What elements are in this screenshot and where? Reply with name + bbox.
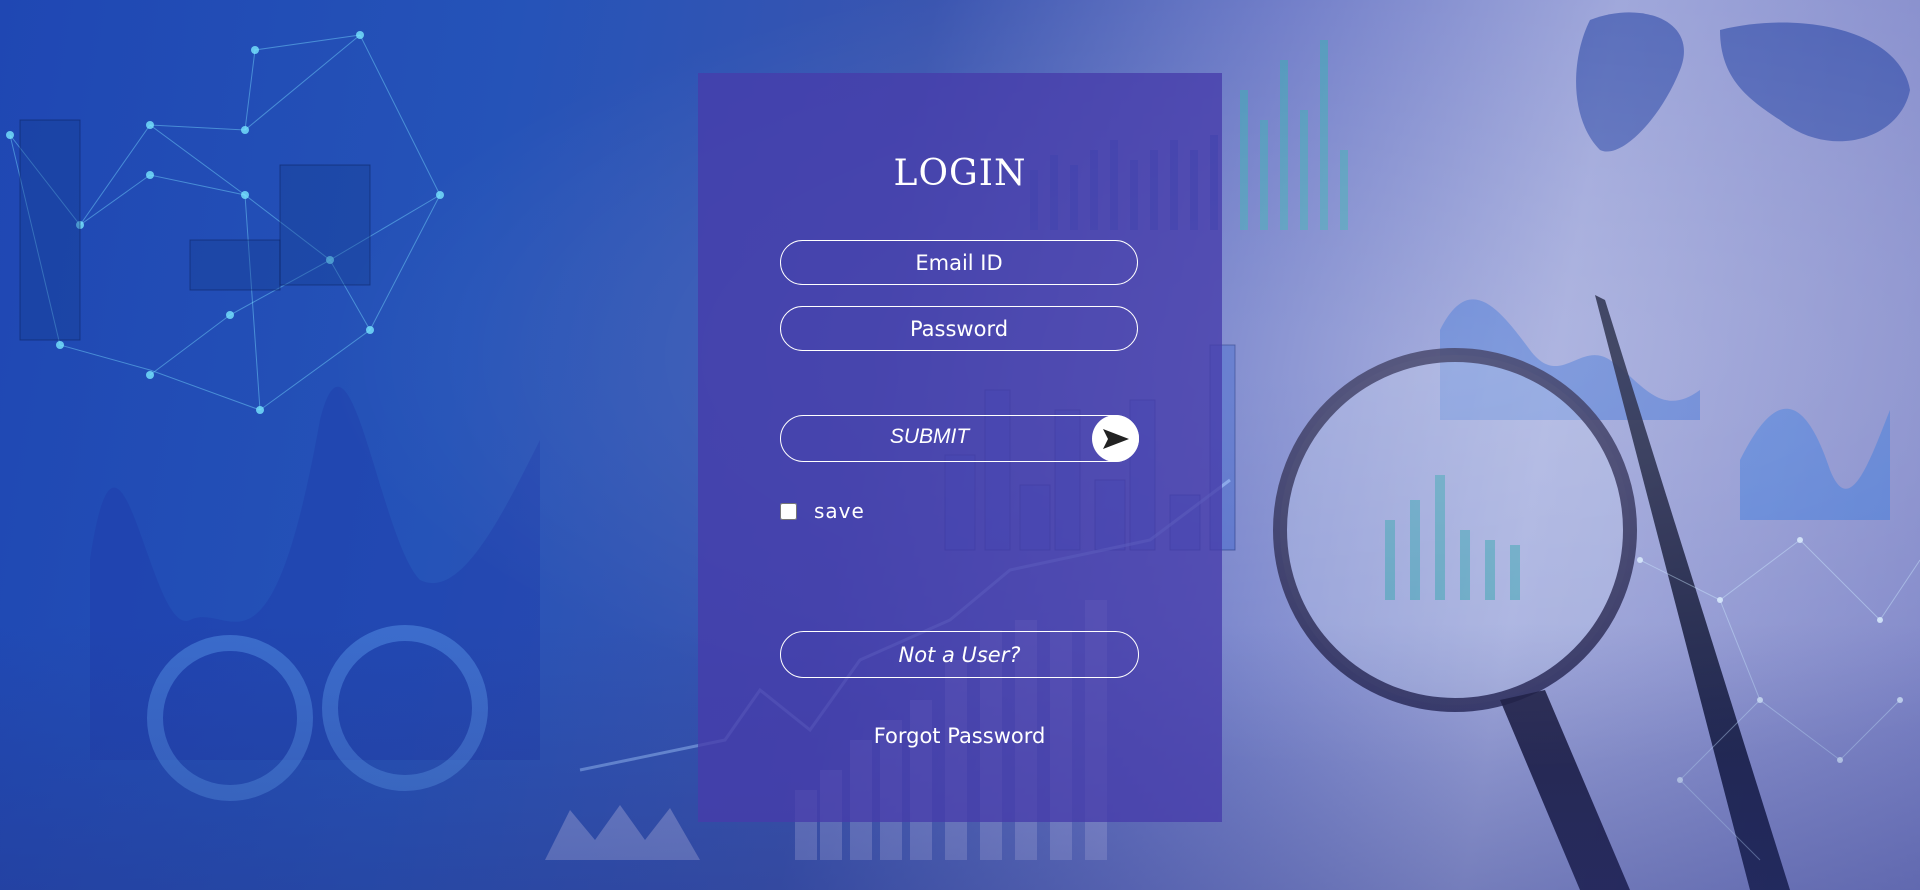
save-checkbox-row[interactable]: save [780, 497, 865, 525]
submit-label: SUBMIT [889, 425, 970, 448]
forgot-password-link[interactable]: Forgot Password [780, 724, 1139, 748]
send-arrow-icon [1092, 415, 1139, 462]
email-input[interactable] [780, 240, 1138, 285]
save-label: save [814, 499, 865, 523]
submit-button[interactable]: SUBMIT [780, 415, 1139, 462]
password-input[interactable] [780, 306, 1138, 351]
send-arrow-glyph [1102, 428, 1129, 449]
login-title: LOGIN [893, 153, 1027, 194]
not-a-user-button[interactable]: Not a User? [780, 631, 1139, 678]
save-checkbox[interactable] [780, 502, 797, 520]
